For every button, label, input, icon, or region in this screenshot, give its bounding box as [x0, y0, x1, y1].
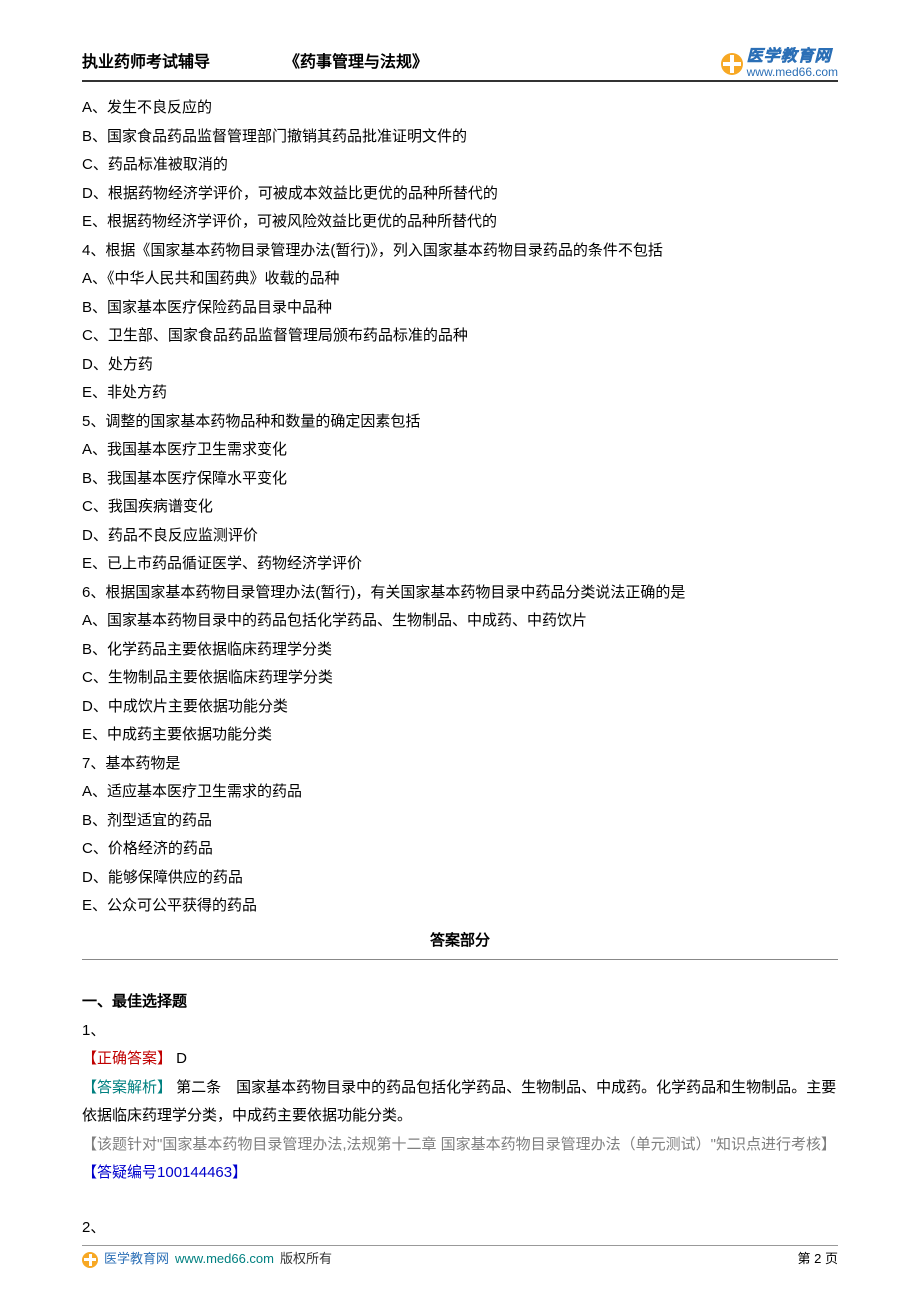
answer-q1-topic: 【该题针对"国家基本药物目录管理办法,法规第十二章 国家基本药物目录管理办法（单… [82, 1131, 838, 1160]
page-number: 第 2 页 [798, 1247, 838, 1272]
question-line: C、生物制品主要依据临床药理学分类 [82, 664, 838, 693]
answer-q1-correct: 【正确答案】 D [82, 1045, 838, 1074]
answer-section-type: 一、最佳选择题 [82, 988, 838, 1017]
question-line: E、根据药物经济学评价，可被风险效益比更优的品种所替代的 [82, 208, 838, 237]
question-line: B、化学药品主要依据临床药理学分类 [82, 636, 838, 665]
question-line: E、已上市药品循证医学、药物经济学评价 [82, 550, 838, 579]
topic-close: "知识点进行考核】 [711, 1136, 836, 1153]
ref-close: 】 [232, 1164, 247, 1181]
question-line: 5、调整的国家基本药物品种和数量的确定因素包括 [82, 408, 838, 437]
question-line: B、国家基本医疗保险药品目录中品种 [82, 294, 838, 323]
question-line: E、公众可公平获得的药品 [82, 892, 838, 921]
page-header: 执业药师考试辅导 《药事管理与法规》 医学教育网 www.med66.com [82, 48, 838, 82]
question-line: E、非处方药 [82, 379, 838, 408]
footer-left: 医学教育网 www.med66.com 版权所有 [82, 1247, 332, 1272]
ref-label: 【答疑编号 [82, 1164, 157, 1181]
answer-q2-number: 2、 [82, 1214, 838, 1243]
footer-site-name: 医学教育网 [104, 1247, 169, 1272]
topic-open: 【该题针对" [82, 1136, 162, 1153]
question-line: 7、基本药物是 [82, 750, 838, 779]
course-title: 执业药师考试辅导 [82, 48, 210, 78]
question-line: D、处方药 [82, 351, 838, 380]
question-line: A、《中华人民共和国药典》收载的品种 [82, 265, 838, 294]
explanation-label: 【答案解析】 [82, 1079, 172, 1096]
question-line: D、能够保障供应的药品 [82, 864, 838, 893]
site-logo: 医学教育网 www.med66.com [721, 49, 838, 78]
explanation-text: 第二条 国家基本药物目录中的药品包括化学药品、生物制品、中成药。化学药品和生物制… [82, 1079, 836, 1125]
question-line: A、适应基本医疗卫生需求的药品 [82, 778, 838, 807]
question-line: 4、根据《国家基本药物目录管理办法(暂行)》，列入国家基本药物目录药品的条件不包… [82, 237, 838, 266]
answers-section-title: 答案部分 [82, 927, 838, 956]
answer-q1-ref: 【答疑编号100144463】 [82, 1159, 838, 1188]
question-line: D、中成饮片主要依据功能分类 [82, 693, 838, 722]
topic-text: 国家基本药物目录管理办法,法规第十二章 国家基本药物目录管理办法（单元测试） [162, 1136, 710, 1153]
divider [82, 959, 838, 960]
question-line: A、国家基本药物目录中的药品包括化学药品、生物制品、中成药、中药饮片 [82, 607, 838, 636]
answer-q1-number: 1、 [82, 1017, 838, 1046]
header-left: 执业药师考试辅导 《药事管理与法规》 [82, 48, 428, 78]
correct-answer-label: 【正确答案】 [82, 1050, 172, 1067]
page-footer: 医学教育网 www.med66.com 版权所有 第 2 页 [82, 1247, 838, 1272]
question-line: B、剂型适宜的药品 [82, 807, 838, 836]
ref-number: 100144463 [157, 1164, 232, 1181]
book-title: 《药事管理与法规》 [284, 48, 428, 78]
correct-answer-value: D [172, 1050, 187, 1067]
questions-block: A、发生不良反应的B、国家食品药品监督管理部门撤销其药品批准证明文件的C、药品标… [82, 94, 838, 921]
answer-q1-explanation: 【答案解析】 第二条 国家基本药物目录中的药品包括化学药品、生物制品、中成药。化… [82, 1074, 838, 1131]
question-line: B、我国基本医疗保障水平变化 [82, 465, 838, 494]
logo-cn-name: 医学教育网 [747, 49, 838, 66]
question-line: A、我国基本医疗卫生需求变化 [82, 436, 838, 465]
logo-text: 医学教育网 www.med66.com [747, 49, 838, 78]
question-line: D、根据药物经济学评价，可被成本效益比更优的品种所替代的 [82, 180, 838, 209]
question-line: 6、根据国家基本药物目录管理办法(暂行)，有关国家基本药物目录中药品分类说法正确… [82, 579, 838, 608]
question-line: C、药品标准被取消的 [82, 151, 838, 180]
question-line: C、价格经济的药品 [82, 835, 838, 864]
logo-url: www.med66.com [747, 66, 838, 79]
question-line: D、药品不良反应监测评价 [82, 522, 838, 551]
plus-circle-icon [82, 1252, 98, 1268]
question-line: C、我国疾病谱变化 [82, 493, 838, 522]
question-line: E、中成药主要依据功能分类 [82, 721, 838, 750]
footer-divider [82, 1245, 838, 1246]
question-line: A、发生不良反应的 [82, 94, 838, 123]
question-line: C、卫生部、国家食品药品监督管理局颁布药品标准的品种 [82, 322, 838, 351]
question-line: B、国家食品药品监督管理部门撤销其药品批准证明文件的 [82, 123, 838, 152]
footer-copyright: 版权所有 [280, 1247, 332, 1272]
footer-url: www.med66.com [175, 1247, 274, 1272]
plus-circle-icon [721, 53, 743, 75]
